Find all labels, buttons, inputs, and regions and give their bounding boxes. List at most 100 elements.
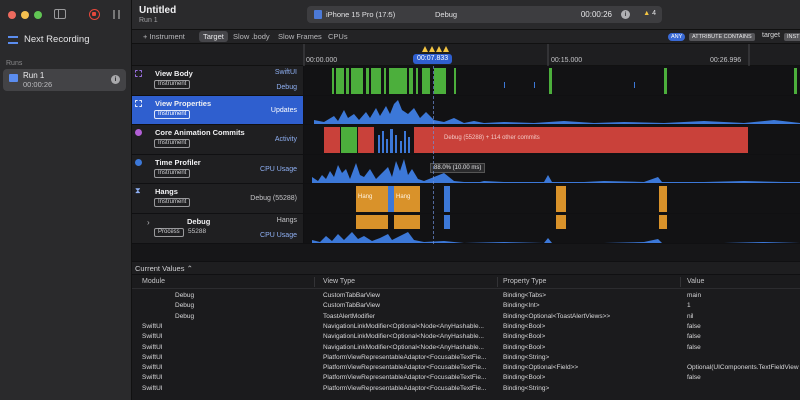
track-label[interactable]: Core Animation Commits Instrument Activi… <box>132 125 304 154</box>
track-lane-cpu-usage[interactable]: CPU Usage <box>260 166 297 173</box>
playhead-time[interactable]: 00:07.833 <box>413 54 453 64</box>
pause-button[interactable] <box>113 10 120 19</box>
track-lane-swiftui[interactable]: SwiftUI <box>275 69 297 76</box>
tab-slow-body[interactable]: Slow .body <box>233 32 270 41</box>
table-row[interactable]: SwiftUI PlatformViewRepresentableAdaptor<… <box>132 353 800 363</box>
track-lane-hangs[interactable]: Hangs <box>277 217 297 224</box>
track-lane-updates[interactable]: Updates <box>271 107 297 114</box>
table-row[interactable]: SwiftUI PlatformViewRepresentableAdaptor<… <box>132 373 800 383</box>
filter-token-attribute[interactable]: ATTRIBUTE CONTAINS <box>689 33 755 41</box>
track-graph[interactable] <box>304 213 800 243</box>
close-window-button[interactable] <box>8 11 16 19</box>
cell-value: false <box>687 374 701 382</box>
table-row[interactable]: SwiftUI PlatformViewRepresentableAdaptor<… <box>132 384 800 394</box>
process-id: 55288 <box>188 227 207 235</box>
track-label[interactable]: View Properties Instrument Updates <box>132 95 304 124</box>
track-lane-debug[interactable]: Debug <box>276 84 297 91</box>
table-header: Module View Type Property Type Value <box>132 275 800 289</box>
device-name: iPhone 15 Pro (17.5) <box>326 10 396 19</box>
track-label[interactable]: View Body Instrument SwiftUI Debug <box>132 66 304 95</box>
track-graph[interactable]: Hang Hang <box>304 184 800 213</box>
track-label[interactable]: Time Profiler Instrument CPU Usage <box>132 154 304 183</box>
column-header-property-type[interactable]: Property Type <box>503 278 546 285</box>
track-label[interactable]: › Debug Process 55288 Hangs CPU Usage <box>132 213 304 243</box>
track-lane-process[interactable]: Debug (55288) <box>250 195 297 202</box>
track-graph[interactable] <box>304 66 800 95</box>
table-row[interactable]: Debug CustomTabBarView Binding<Int> 1 <box>132 301 800 311</box>
timeline-ruler[interactable]: 00:00.000 00:15.000 00:26.996 00:07.833 <box>132 44 800 66</box>
column-divider[interactable] <box>314 277 315 287</box>
track-graph[interactable]: Debug (55288) + 114 other commits <box>304 125 800 154</box>
chevron-updown-icon: ⌃ <box>186 264 193 273</box>
track-lane-activity[interactable]: Activity <box>275 136 297 143</box>
configuration-name: Debug <box>435 10 458 19</box>
runs-section-label: Runs <box>6 60 23 67</box>
track-debug-process[interactable]: › Debug Process 55288 Hangs CPU Usage <box>132 213 800 244</box>
document-subtitle: Run 1 <box>139 17 158 24</box>
info-icon[interactable]: i <box>111 75 120 84</box>
detail-view-selector[interactable]: Current Values ⌃ <box>132 261 800 275</box>
column-header-module[interactable]: Module <box>142 278 165 285</box>
column-divider[interactable] <box>680 277 681 287</box>
run-item[interactable]: Run 1 00:00:26 i <box>3 69 126 91</box>
warning-flag-icon[interactable] <box>443 46 449 52</box>
track-lane-cpu-usage[interactable]: CPU Usage <box>260 232 297 239</box>
cell-module: SwiftUI <box>142 333 163 341</box>
filter-text[interactable]: target <box>762 32 780 39</box>
minimize-window-button[interactable] <box>21 11 29 19</box>
track-name: Hangs <box>155 187 178 196</box>
tab-slow-frames[interactable]: Slow Frames <box>278 32 322 41</box>
title-bar: Untitled Run 1 iPhone 15 Pro (17.5) › De… <box>132 0 800 30</box>
warning-flag-icon[interactable] <box>429 46 435 52</box>
table-row[interactable]: Debug ToastAlertModifier Binding<Optional<… <box>132 312 800 322</box>
filter-token-any[interactable]: ANY <box>668 33 686 41</box>
cell-value: main <box>687 292 702 299</box>
cell-value: false <box>687 322 701 330</box>
track-view-body[interactable]: View Body Instrument SwiftUI Debug <box>132 66 800 96</box>
warning-flag-icon[interactable] <box>422 46 428 52</box>
table-row[interactable]: SwiftUI NavigationLinkModifier<Optional<N… <box>132 322 800 332</box>
disclosure-chevron-icon[interactable]: › <box>147 218 150 227</box>
table-row[interactable]: SwiftUI NavigationLinkModifier<Optional<N… <box>132 332 800 342</box>
track-label[interactable]: ⧗ Hangs Instrument Debug (55288) <box>132 184 304 213</box>
track-hangs[interactable]: ⧗ Hangs Instrument Debug (55288) Hang Ha… <box>132 184 800 214</box>
table-row[interactable]: SwiftUI NavigationLinkModifier<Optional<N… <box>132 343 800 353</box>
track-name: Debug <box>187 216 211 226</box>
cell-module: SwiftUI <box>142 384 163 392</box>
track-graph[interactable]: 88.0% (10.00 ms) <box>304 154 800 183</box>
column-divider[interactable] <box>497 277 498 287</box>
column-header-value[interactable]: Value <box>687 278 704 285</box>
info-icon[interactable]: i <box>621 10 630 19</box>
track-type-badge: Instrument <box>154 139 191 148</box>
column-header-view-type[interactable]: View Type <box>323 278 355 285</box>
cell-module: Debug <box>175 312 195 320</box>
filter-token-instrument[interactable]: INST <box>784 33 800 41</box>
next-recording-item[interactable]: Next Recording <box>8 34 89 45</box>
elapsed-time: 00:00:26 <box>580 10 612 19</box>
cell-module: Debug <box>175 292 195 299</box>
table-row[interactable]: SwiftUI PlatformViewRepresentableAdaptor<… <box>132 363 800 373</box>
zoom-window-button[interactable] <box>34 11 42 19</box>
warnings-indicator[interactable]: ▲ 4 <box>643 10 656 17</box>
track-time-profiler[interactable]: Time Profiler Instrument CPU Usage 88.0%… <box>132 154 800 184</box>
add-instrument-button[interactable]: + Instrument <box>143 32 185 41</box>
sidebar-toggle-icon[interactable] <box>54 9 66 19</box>
tab-cpus[interactable]: CPUs <box>328 32 348 41</box>
view-body-icon <box>135 70 142 77</box>
warning-flags[interactable] <box>422 46 449 52</box>
current-values-label[interactable]: Current Values ⌃ <box>135 264 193 273</box>
warning-flag-icon[interactable] <box>436 46 442 52</box>
track-graph[interactable] <box>304 95 800 124</box>
track-core-animation[interactable]: Core Animation Commits Instrument Activi… <box>132 125 800 155</box>
table-row[interactable]: Debug CustomTabBarView Binding<Tabs> main <box>132 291 800 301</box>
window-controls <box>8 11 42 19</box>
cell-value: false <box>687 333 701 341</box>
cell-property-type: Binding<Bool> <box>503 374 546 382</box>
device-selector[interactable]: iPhone 15 Pro (17.5) › Debug 00:00:26 i … <box>307 6 662 23</box>
filter-bar: + Instrument Target Slow .body Slow Fram… <box>132 30 800 44</box>
cell-property-type: Binding<Tabs> <box>503 292 547 299</box>
next-recording-label: Next Recording <box>24 34 90 45</box>
track-view-properties[interactable]: View Properties Instrument Updates <box>132 95 800 125</box>
record-button[interactable] <box>89 9 100 20</box>
tab-target[interactable]: Target <box>199 31 228 42</box>
